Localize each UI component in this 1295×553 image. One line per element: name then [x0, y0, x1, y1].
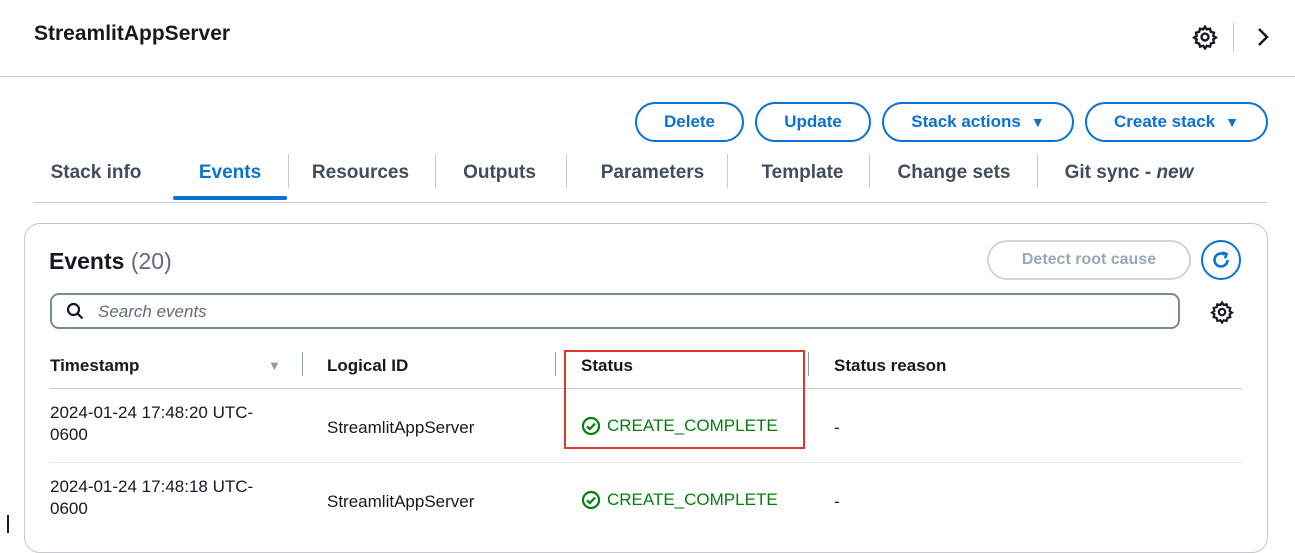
update-button-label: Update	[784, 112, 842, 131]
refresh-button[interactable]	[1201, 240, 1241, 280]
create-stack-label: Create stack	[1114, 112, 1216, 131]
refresh-icon	[1213, 251, 1229, 268]
table-row-logical-id: StreamlitAppServer	[327, 418, 475, 437]
tab-divider	[727, 154, 728, 188]
tab-events[interactable]: Events	[173, 150, 287, 202]
update-button[interactable]: Update	[755, 102, 871, 142]
tab-stack-info[interactable]: Stack info	[34, 150, 158, 202]
gear-icon[interactable]	[1192, 24, 1218, 50]
caret-down-icon: ▼	[1225, 114, 1239, 130]
table-row-timestamp: 2024-01-24 17:48:18 UTC- 0600	[50, 477, 254, 518]
create-stack-button[interactable]: Create stack ▼	[1085, 102, 1268, 142]
tab-git-sync[interactable]: Git sync - new	[1044, 150, 1214, 202]
tab-resources[interactable]: Resources	[302, 150, 419, 202]
active-tab-indicator	[173, 196, 287, 200]
column-header-timestamp[interactable]: Timestamp	[50, 356, 139, 376]
tab-divider	[566, 154, 567, 188]
table-row-status: CREATE_COMPLETE	[581, 490, 778, 510]
sort-desc-icon[interactable]: ▼	[268, 358, 281, 373]
table-row-timestamp: 2024-01-24 17:48:20 UTC- 0600	[50, 403, 254, 444]
tab-outputs[interactable]: Outputs	[435, 150, 564, 202]
table-row-logical-id: StreamlitAppServer	[327, 492, 475, 511]
status-highlight-box	[564, 350, 805, 449]
search-field[interactable]	[50, 293, 1180, 329]
search-input[interactable]	[96, 297, 1160, 327]
edge-marker	[7, 515, 9, 533]
tab-divider	[435, 154, 436, 188]
column-resizer[interactable]	[808, 352, 809, 376]
column-resizer[interactable]	[302, 352, 303, 376]
tab-template[interactable]: Template	[740, 150, 865, 202]
tab-change-sets[interactable]: Change sets	[880, 150, 1028, 202]
tab-parameters[interactable]: Parameters	[580, 150, 725, 202]
table-row-status-reason: -	[834, 492, 840, 511]
tab-divider	[1037, 154, 1038, 188]
column-header-status-reason[interactable]: Status reason	[834, 356, 946, 376]
events-heading: Events (20)	[49, 248, 172, 274]
row-divider	[50, 462, 1242, 463]
column-resizer[interactable]	[555, 352, 556, 376]
detect-root-cause-button[interactable]: Detect root cause	[987, 240, 1191, 280]
stack-actions-button[interactable]: Stack actions ▼	[882, 102, 1074, 142]
tab-divider	[288, 154, 289, 188]
delete-button[interactable]: Delete	[635, 102, 744, 142]
success-check-icon	[581, 490, 601, 510]
column-header-logical-id[interactable]: Logical ID	[327, 356, 408, 376]
table-row-status-reason: -	[834, 418, 840, 437]
tab-divider	[869, 154, 870, 188]
preferences-gear-icon[interactable]	[1210, 300, 1234, 324]
page-title: StreamlitAppServer	[34, 22, 231, 45]
search-icon	[66, 302, 84, 320]
chevron-right-icon[interactable]	[1250, 22, 1276, 52]
events-count: (20)	[130, 248, 172, 274]
page-header: StreamlitAppServer	[0, 0, 1295, 77]
tab-bar: Stack info Events Resources Outputs Para…	[34, 150, 1267, 203]
delete-button-label: Delete	[663, 112, 716, 131]
caret-down-icon: ▼	[1030, 114, 1045, 130]
header-divider	[1233, 22, 1234, 52]
stack-actions-label: Stack actions	[911, 112, 1021, 131]
